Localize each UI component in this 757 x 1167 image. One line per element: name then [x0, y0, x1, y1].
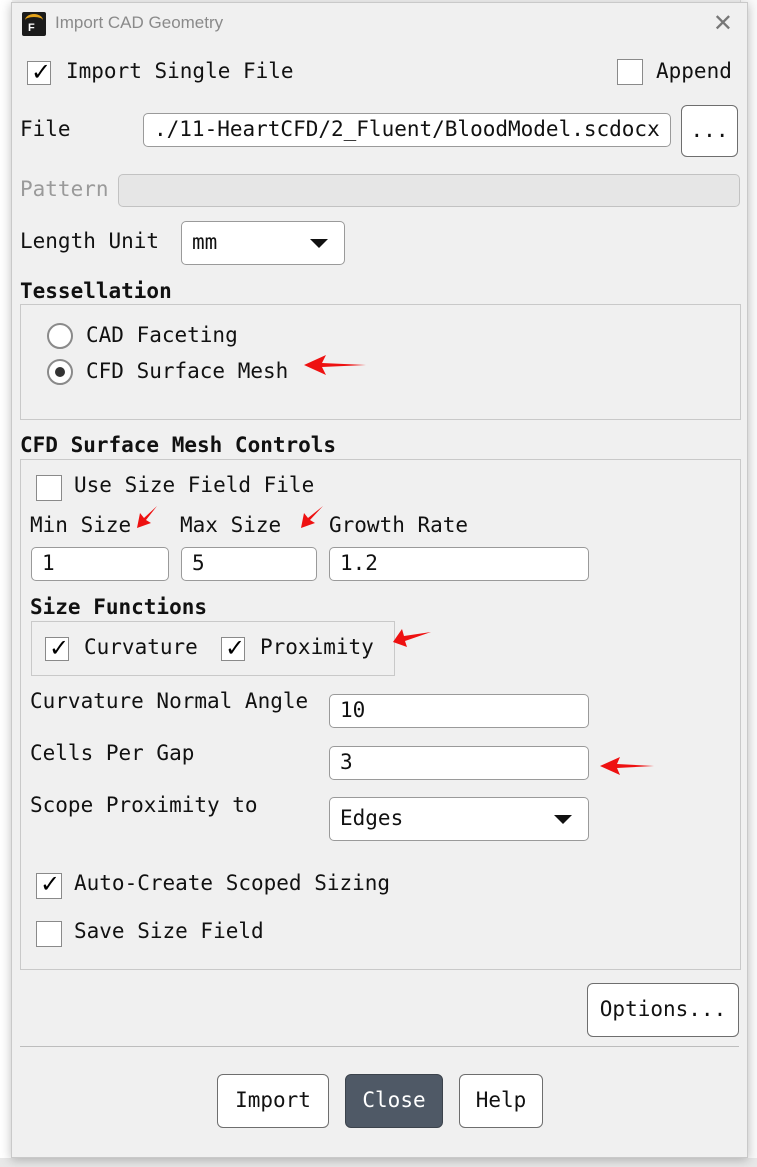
append-label: Append	[656, 59, 732, 83]
length-unit-label: Length Unit	[20, 229, 160, 253]
curvature-normal-angle-label: Curvature Normal Angle	[30, 689, 309, 713]
cfd-surface-mesh-label: CFD Surface Mesh	[86, 359, 289, 383]
import-single-file-label: Import Single File	[66, 59, 294, 83]
options-button[interactable]: Options...	[587, 983, 739, 1037]
use-size-field-file-checkbox[interactable]	[36, 475, 62, 501]
close-button[interactable]: Close	[345, 1074, 443, 1128]
annotation-arrow-icon	[393, 629, 431, 647]
file-label: File	[20, 117, 71, 141]
tessellation-header: Tessellation	[20, 279, 172, 303]
window-title: Import CAD Geometry	[55, 13, 224, 32]
divider	[20, 1046, 739, 1047]
checkmark-icon: ✓	[225, 634, 246, 662]
auto-create-scoped-sizing-label: Auto-Create Scoped Sizing	[74, 871, 391, 895]
save-size-field-checkbox[interactable]	[36, 921, 62, 947]
min-size-label: Min Size	[30, 513, 132, 537]
size-functions-header: Size Functions	[30, 595, 208, 619]
cfd-controls-header: CFD Surface Mesh Controls	[20, 433, 337, 457]
checkmark-icon: ✓	[31, 58, 52, 86]
checkmark-icon: ✓	[49, 634, 70, 662]
import-cad-dialog: F Import CAD Geometry ✕ ✓ Import Single …	[11, 2, 748, 1158]
min-size-input[interactable]: 1	[31, 547, 169, 581]
import-single-file-checkbox[interactable]: ✓	[27, 58, 52, 86]
chevron-down-icon	[310, 239, 328, 248]
cfd-surface-mesh-radio[interactable]	[47, 359, 73, 385]
close-icon[interactable]: ✕	[713, 9, 733, 38]
scope-proximity-select[interactable]: Edges	[329, 797, 589, 841]
scope-proximity-value: Edges	[340, 806, 404, 830]
help-button[interactable]: Help	[459, 1074, 543, 1128]
chevron-down-icon	[554, 815, 572, 824]
cad-faceting-label: CAD Faceting	[86, 323, 238, 347]
curvature-checkbox[interactable]: ✓	[45, 634, 70, 662]
import-button[interactable]: Import	[217, 1074, 329, 1128]
growth-rate-label: Growth Rate	[329, 513, 469, 537]
title-bar: F Import CAD Geometry ✕	[12, 3, 747, 43]
fluent-app-icon: F	[22, 12, 46, 36]
proximity-label: Proximity	[260, 635, 374, 659]
browse-button[interactable]: ...	[681, 105, 738, 157]
annotation-arrow-icon	[137, 506, 157, 528]
growth-rate-input[interactable]: 1.2	[329, 547, 589, 581]
cells-per-gap-input[interactable]: 3	[329, 746, 589, 780]
file-path-input[interactable]: ./11-HeartCFD/2_Fluent/BloodModel.scdocx	[143, 113, 671, 147]
cells-per-gap-label: Cells Per Gap	[30, 741, 195, 765]
use-size-field-file-label: Use Size Field File	[74, 473, 315, 497]
pattern-label: Pattern	[20, 177, 109, 201]
pattern-input[interactable]	[118, 174, 740, 207]
annotation-arrow-icon	[301, 506, 323, 528]
background-app-bottom	[0, 1158, 757, 1167]
append-checkbox[interactable]	[617, 59, 643, 85]
checkmark-icon: ✓	[40, 870, 61, 898]
proximity-checkbox[interactable]: ✓	[221, 634, 246, 662]
length-unit-value: mm	[192, 230, 218, 254]
length-unit-select[interactable]: mm	[181, 221, 345, 265]
curvature-normal-angle-input[interactable]: 10	[329, 694, 589, 728]
annotation-arrow-icon	[600, 757, 654, 775]
max-size-input[interactable]: 5	[181, 547, 317, 581]
save-size-field-label: Save Size Field	[74, 919, 264, 943]
cad-faceting-radio[interactable]	[47, 323, 73, 349]
scope-proximity-label: Scope Proximity to	[30, 793, 258, 817]
auto-create-scoped-sizing-checkbox[interactable]: ✓	[36, 870, 62, 899]
max-size-label: Max Size	[180, 513, 282, 537]
curvature-label: Curvature	[84, 635, 198, 659]
annotation-arrow-icon	[304, 355, 366, 375]
